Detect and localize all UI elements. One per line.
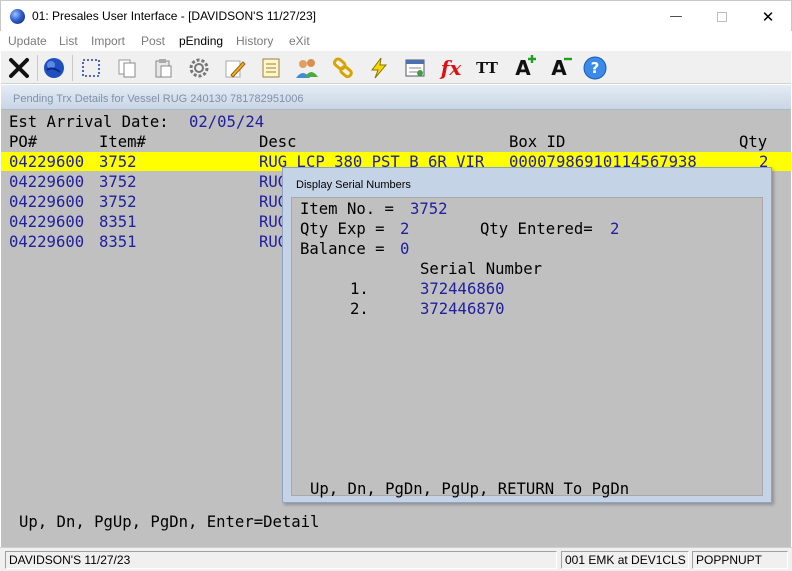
paste-icon[interactable]: [149, 54, 177, 82]
status-bar: DAVIDSON'S 11/27/23 001 EMK at DEV1CLS P…: [0, 547, 792, 571]
dialog-key-help: Up, Dn, PgDn, PgUp, RETURN To PgDn: [310, 480, 630, 498]
tt-label: TT: [476, 59, 498, 77]
status-company: DAVIDSON'S 11/27/23: [5, 551, 557, 569]
menu-post[interactable]: Post: [141, 34, 165, 48]
qty-exp-value: 2: [400, 220, 410, 238]
row-0-po[interactable]: 04229600: [9, 152, 84, 172]
panel-header: Pending Trx Details for Vessel RUG 24013…: [1, 85, 791, 110]
settings-gear-icon[interactable]: [185, 54, 213, 82]
col-header-po: PO#: [9, 133, 38, 151]
dialog-body: Item No. = 3752 Qty Exp = 2 Qty Entered=…: [291, 197, 763, 498]
help-label: ?: [590, 59, 600, 77]
row-1-item[interactable]: 3752: [99, 172, 137, 192]
item-no-value: 3752: [410, 200, 448, 218]
serial-index-1: 1.: [350, 280, 369, 298]
col-header-box-id: Box ID: [509, 133, 566, 151]
lightning-icon[interactable]: [365, 54, 393, 82]
row-1-po[interactable]: 04229600: [9, 172, 84, 192]
balance-value: 0: [400, 240, 410, 258]
menu-bar: Update List Import Post pEnding History …: [1, 31, 791, 51]
status-session: 001 EMK at DEV1CLS: [561, 551, 689, 569]
row-2-item[interactable]: 3752: [99, 192, 137, 212]
arrival-value: 02/05/24: [189, 113, 265, 131]
menu-history[interactable]: History: [236, 34, 273, 48]
serial-index-2: 2.: [350, 300, 369, 318]
notepad-icon[interactable]: [257, 54, 285, 82]
function-fx-icon[interactable]: fx: [437, 54, 465, 82]
arrival-label: Est Arrival Date:: [9, 113, 169, 131]
edit-pencil-icon[interactable]: [221, 54, 249, 82]
row-4-item[interactable]: 8351: [99, 232, 137, 252]
font-decrease-icon[interactable]: A: [545, 54, 573, 82]
status-program: POPPNUPT: [692, 551, 788, 569]
text-size-icon[interactable]: TT: [473, 54, 501, 82]
help-icon[interactable]: ?: [581, 54, 609, 82]
qty-exp-label: Qty Exp =: [300, 220, 385, 238]
balance-label: Balance =: [300, 240, 385, 258]
qty-entered-label: Qty Entered=: [480, 220, 593, 238]
row-0-item[interactable]: 3752: [99, 152, 137, 172]
maximize-button[interactable]: [699, 1, 745, 32]
minimize-button[interactable]: —: [653, 1, 699, 32]
item-no-label: Item No. =: [300, 200, 394, 218]
menu-import[interactable]: Import: [91, 34, 125, 48]
serial-value-2[interactable]: 372446870: [420, 299, 505, 319]
panel-key-help: Up, Dn, PgUp, PgDn, Enter=Detail: [19, 513, 320, 531]
chain-link-icon[interactable]: [329, 54, 357, 82]
row-3-item[interactable]: 8351: [99, 212, 137, 232]
users-icon[interactable]: [293, 54, 321, 82]
col-header-desc: Desc: [259, 133, 297, 151]
panel-heading: Pending Trx Details for Vessel RUG 24013…: [13, 93, 304, 105]
menu-pending[interactable]: pEnding: [179, 34, 223, 48]
serial-numbers-dialog: Display Serial Numbers Item No. = 3752 Q…: [282, 167, 772, 503]
serial-number-header: Serial Number: [420, 260, 543, 278]
close-x-icon[interactable]: [5, 54, 33, 82]
title-bar: 01: Presales User Interface - [DAVIDSON'…: [0, 0, 792, 31]
row-4-po[interactable]: 04229600: [9, 232, 84, 252]
app-globe-icon[interactable]: [10, 9, 25, 24]
qty-entered-value: 2: [610, 220, 620, 238]
close-button[interactable]: ✕: [745, 1, 791, 32]
dialog-title: Display Serial Numbers: [296, 179, 411, 191]
menu-update[interactable]: Update: [8, 34, 47, 48]
row-2-po[interactable]: 04229600: [9, 192, 84, 212]
calendar-window-icon[interactable]: [401, 54, 429, 82]
toolbar: fx TT A A ?: [1, 51, 791, 84]
col-header-item: Item#: [99, 133, 146, 151]
font-increase-icon[interactable]: A: [509, 54, 537, 82]
menu-exit[interactable]: eXit: [289, 34, 310, 48]
maximize-icon: [717, 11, 727, 22]
window-title: 01: Presales User Interface - [DAVIDSON'…: [32, 9, 316, 23]
serial-value-1[interactable]: 372446860: [420, 279, 505, 299]
minimize-icon: —: [669, 9, 683, 24]
copy-icon[interactable]: [113, 54, 141, 82]
row-3-po[interactable]: 04229600: [9, 212, 84, 232]
menu-list[interactable]: List: [59, 34, 78, 48]
close-icon: ✕: [761, 7, 775, 26]
fx-label: fx: [440, 56, 462, 80]
globe-icon[interactable]: [40, 54, 68, 82]
selection-box-icon[interactable]: [77, 54, 105, 82]
col-header-qty: Qty: [739, 133, 768, 151]
